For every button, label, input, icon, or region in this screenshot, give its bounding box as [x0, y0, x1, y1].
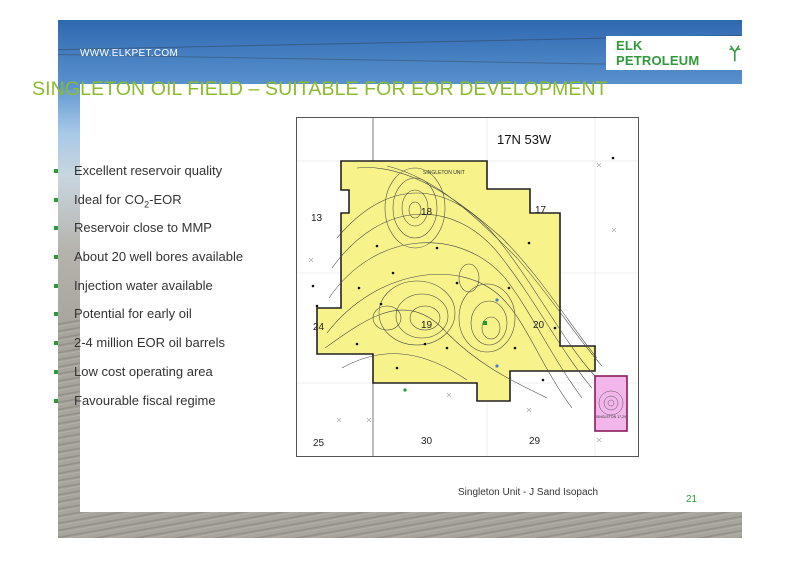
bullet-item: Favourable fiscal regime [54, 392, 243, 421]
bullet-item: Low cost operating area [54, 363, 243, 392]
township-label: 17N 53W [497, 132, 552, 147]
well-marker-green [403, 388, 407, 392]
section-label: 19 [421, 320, 433, 331]
section-label: 25 [313, 438, 325, 449]
logo-text: ELK PETROLEUM [616, 38, 700, 68]
well-marker-blue [495, 364, 499, 368]
bullet-list: Excellent reservoir quality Ideal for CO… [54, 162, 243, 420]
elk-antler-icon [729, 45, 741, 62]
bullet-item: Ideal for CO2-EOR [54, 191, 243, 220]
map-caption: Singleton Unit - J Sand Isopach [458, 487, 599, 498]
bullet-text: Ideal for CO [74, 191, 145, 207]
bullet-item: 2-4 million EOR oil barrels [54, 334, 243, 363]
well-marker-blue [495, 298, 499, 302]
bullet-item: About 20 well bores available [54, 248, 243, 277]
section-label: 17 [535, 205, 547, 216]
unit-label: SINGLETON UNIT [423, 170, 465, 176]
isopach-map-svg: SINGLETON 17-29 17N 53W SINGLETON UNIT 1… [297, 118, 638, 456]
well-marker-green [483, 321, 487, 325]
bullet-item: Injection water available [54, 277, 243, 306]
bullet-text: -EOR [149, 191, 182, 207]
section-label: 18 [421, 207, 433, 218]
bullet-item: Reservoir close to MMP [54, 219, 243, 248]
isopach-map: SINGLETON 17-29 17N 53W SINGLETON UNIT 1… [296, 117, 639, 457]
website-url: WWW.ELKPET.COM [80, 48, 179, 59]
section-label: 24 [313, 322, 325, 333]
bullet-item: Potential for early oil [54, 305, 243, 334]
bullet-item: Excellent reservoir quality [54, 162, 243, 191]
unit-outline [316, 160, 596, 402]
slide-title: SINGLETON OIL FIELD – SUITABLE FOR EOR D… [32, 78, 608, 100]
section-label: 30 [421, 436, 433, 447]
section-label: 20 [533, 320, 545, 331]
inset-label: SINGLETON 17-29 [596, 415, 626, 419]
page-number: 21 [686, 494, 698, 505]
inset-parcel [594, 375, 628, 432]
section-label: 13 [311, 213, 323, 224]
company-logo: ELK PETROLEUM [606, 36, 742, 70]
section-label: 29 [529, 436, 541, 447]
